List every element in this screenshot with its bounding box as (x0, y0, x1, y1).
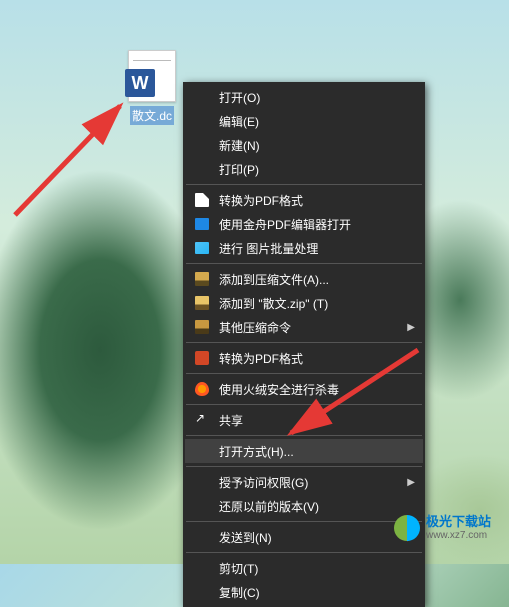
shield-icon (191, 380, 213, 398)
menu-item-label: 使用火绒安全进行杀毒 (219, 381, 403, 398)
menu-separator (186, 184, 422, 185)
menu-item[interactable]: 复制(C) (185, 580, 423, 604)
blank-icon (191, 112, 213, 130)
img-icon (191, 239, 213, 257)
menu-item[interactable]: 进行 图片批量处理 (185, 236, 423, 260)
menu-item[interactable]: 发送到(N)▶ (185, 525, 423, 549)
menu-separator (186, 521, 422, 522)
menu-item[interactable]: 转换为PDF格式 (185, 188, 423, 212)
blank-icon (191, 160, 213, 178)
menu-item[interactable]: 打开方式(H)... (185, 439, 423, 463)
menu-item[interactable]: 剪切(T) (185, 556, 423, 580)
menu-item[interactable]: 使用金舟PDF编辑器打开 (185, 212, 423, 236)
menu-item[interactable]: 其他压缩命令 ▶ (185, 315, 423, 339)
context-menu: 打开(O) 编辑(E) 新建(N) 打印(P) 转换为PDF格式使用金舟PDF编辑器打开… (183, 82, 425, 607)
watermark-logo-icon (394, 515, 420, 541)
menu-item[interactable]: 授予访问权限(G) ▶ (185, 470, 423, 494)
watermark-title: 极光下载站 (426, 514, 491, 530)
blank-icon (191, 497, 213, 515)
file-name-label: 散文.dc (130, 106, 174, 125)
menu-separator (186, 552, 422, 553)
watermark-url: www.xz7.com (426, 530, 491, 542)
menu-item-label: 打开(O) (219, 89, 403, 106)
menu-item[interactable]: 新建(N) (185, 133, 423, 157)
pdf-icon (191, 191, 213, 209)
word-badge: W (125, 69, 155, 97)
menu-item-label: 编辑(E) (219, 113, 403, 130)
menu-item-label: 转换为PDF格式 (219, 192, 403, 209)
menu-item[interactable]: 还原以前的版本(V) (185, 494, 423, 518)
blank-icon (191, 583, 213, 601)
menu-item-label: 添加到 "散文.zip" (T) (219, 295, 403, 312)
menu-item-label: 其他压缩命令 (219, 319, 403, 336)
menu-item[interactable]: 添加到压缩文件(A)... (185, 267, 423, 291)
blank-icon (191, 442, 213, 460)
watermark: 极光下载站 www.xz7.com (394, 514, 491, 542)
menu-item-label: 还原以前的版本(V) (219, 498, 403, 515)
blank-icon (191, 136, 213, 154)
menu-item-label: 剪切(T) (219, 560, 403, 577)
menu-separator (186, 373, 422, 374)
menu-item[interactable]: 添加到 "散文.zip" (T) (185, 291, 423, 315)
menu-item-label: 复制(C) (219, 584, 403, 601)
zip1-icon (191, 270, 213, 288)
menu-item-label: 新建(N) (219, 137, 403, 154)
menu-item-label: 使用金舟PDF编辑器打开 (219, 216, 403, 233)
share-icon (191, 411, 213, 429)
menu-item-label: 授予访问权限(G) (219, 474, 403, 491)
blank-icon (191, 473, 213, 491)
menu-item[interactable]: 打印(P) (185, 157, 423, 181)
pdfblue-icon (191, 215, 213, 233)
zip3-icon (191, 318, 213, 336)
menu-separator (186, 466, 422, 467)
blank-icon (191, 528, 213, 546)
blank-icon (191, 88, 213, 106)
menu-item[interactable]: 转换为PDF格式 (185, 346, 423, 370)
menu-separator (186, 342, 422, 343)
blank-icon (191, 559, 213, 577)
menu-item-label: 打开方式(H)... (219, 443, 403, 460)
ppt-icon (191, 349, 213, 367)
menu-item[interactable]: 共享 (185, 408, 423, 432)
word-file-icon: W (128, 50, 176, 102)
menu-item-label: 转换为PDF格式 (219, 350, 403, 367)
desktop-file-word[interactable]: W 散文.dc (118, 50, 186, 125)
menu-item-label: 添加到压缩文件(A)... (219, 271, 403, 288)
menu-item[interactable]: 编辑(E) (185, 109, 423, 133)
menu-item[interactable]: 使用火绒安全进行杀毒 (185, 377, 423, 401)
menu-item[interactable]: 打开(O) (185, 85, 423, 109)
menu-item-label: 共享 (219, 412, 403, 429)
menu-separator (186, 263, 422, 264)
submenu-arrow-icon: ▶ (407, 322, 415, 333)
submenu-arrow-icon: ▶ (407, 477, 415, 488)
menu-item-label: 发送到(N) (219, 529, 403, 546)
menu-separator (186, 404, 422, 405)
menu-item-label: 打印(P) (219, 161, 403, 178)
menu-separator (186, 435, 422, 436)
zip2-icon (191, 294, 213, 312)
menu-item-label: 进行 图片批量处理 (219, 240, 403, 257)
